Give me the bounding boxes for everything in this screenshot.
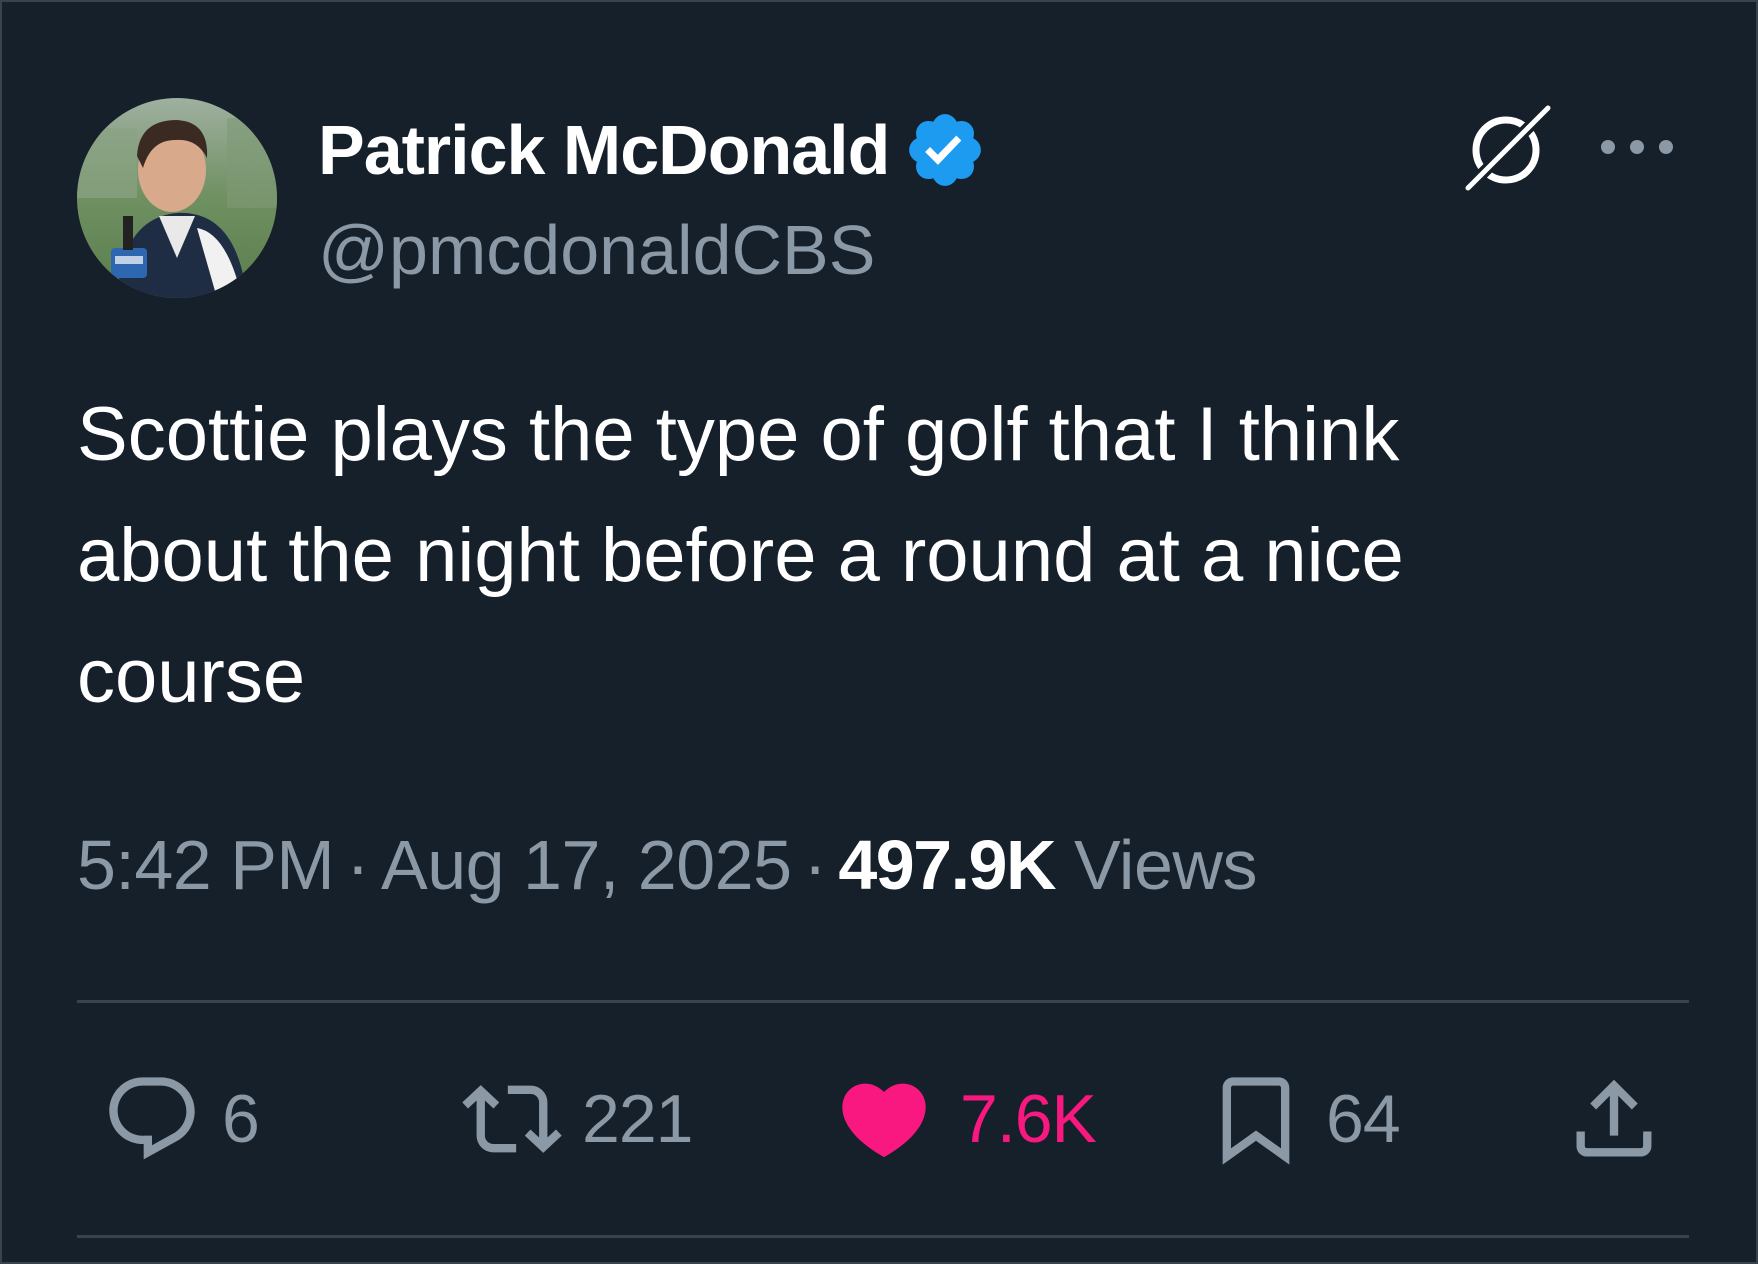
bookmark-button[interactable]: 64 <box>1206 1064 1401 1174</box>
heart-icon <box>842 1083 926 1158</box>
tweet-card: Patrick McDonald @pmcdonaldCBS Scottie p… <box>0 0 1758 1264</box>
retweet-icon <box>462 1085 562 1153</box>
share-icon <box>1576 1079 1652 1157</box>
grok-icon[interactable] <box>1454 98 1558 202</box>
retweet-button[interactable]: 221 <box>462 1064 693 1174</box>
verified-badge-icon[interactable] <box>903 108 987 192</box>
author-handle[interactable]: @pmcdonaldCBS <box>318 208 875 292</box>
avatar[interactable] <box>77 98 277 298</box>
reply-count: 6 <box>222 1081 260 1157</box>
bookmark-count: 64 <box>1326 1081 1401 1157</box>
retweet-count: 221 <box>582 1081 693 1157</box>
tweet-date[interactable]: Aug 17, 2025 <box>381 826 792 904</box>
views-label[interactable]: Views <box>1074 826 1257 904</box>
reply-button[interactable]: 6 <box>102 1064 260 1174</box>
tweet-time[interactable]: 5:42 PM <box>77 826 335 904</box>
meta-separator: · <box>803 826 827 904</box>
tweet-text: Scottie plays the type of golf that I th… <box>77 392 1404 719</box>
reply-icon <box>109 1077 195 1160</box>
views-count[interactable]: 497.9K <box>838 826 1056 904</box>
meta-separator: · <box>346 826 370 904</box>
display-name[interactable]: Patrick McDonald <box>318 110 890 190</box>
like-button[interactable]: 7.6K <box>834 1064 1097 1174</box>
divider <box>77 1000 1689 1003</box>
divider <box>77 1235 1689 1238</box>
tweet-meta: 5:42 PM · Aug 17, 2025 · 497.9K Views <box>77 820 1257 910</box>
author-name-row: Patrick McDonald <box>318 110 987 190</box>
more-icon[interactable] <box>1592 122 1682 172</box>
bookmark-icon <box>1222 1077 1290 1165</box>
share-button[interactable] <box>1564 1064 1664 1174</box>
like-count: 7.6K <box>960 1081 1097 1157</box>
